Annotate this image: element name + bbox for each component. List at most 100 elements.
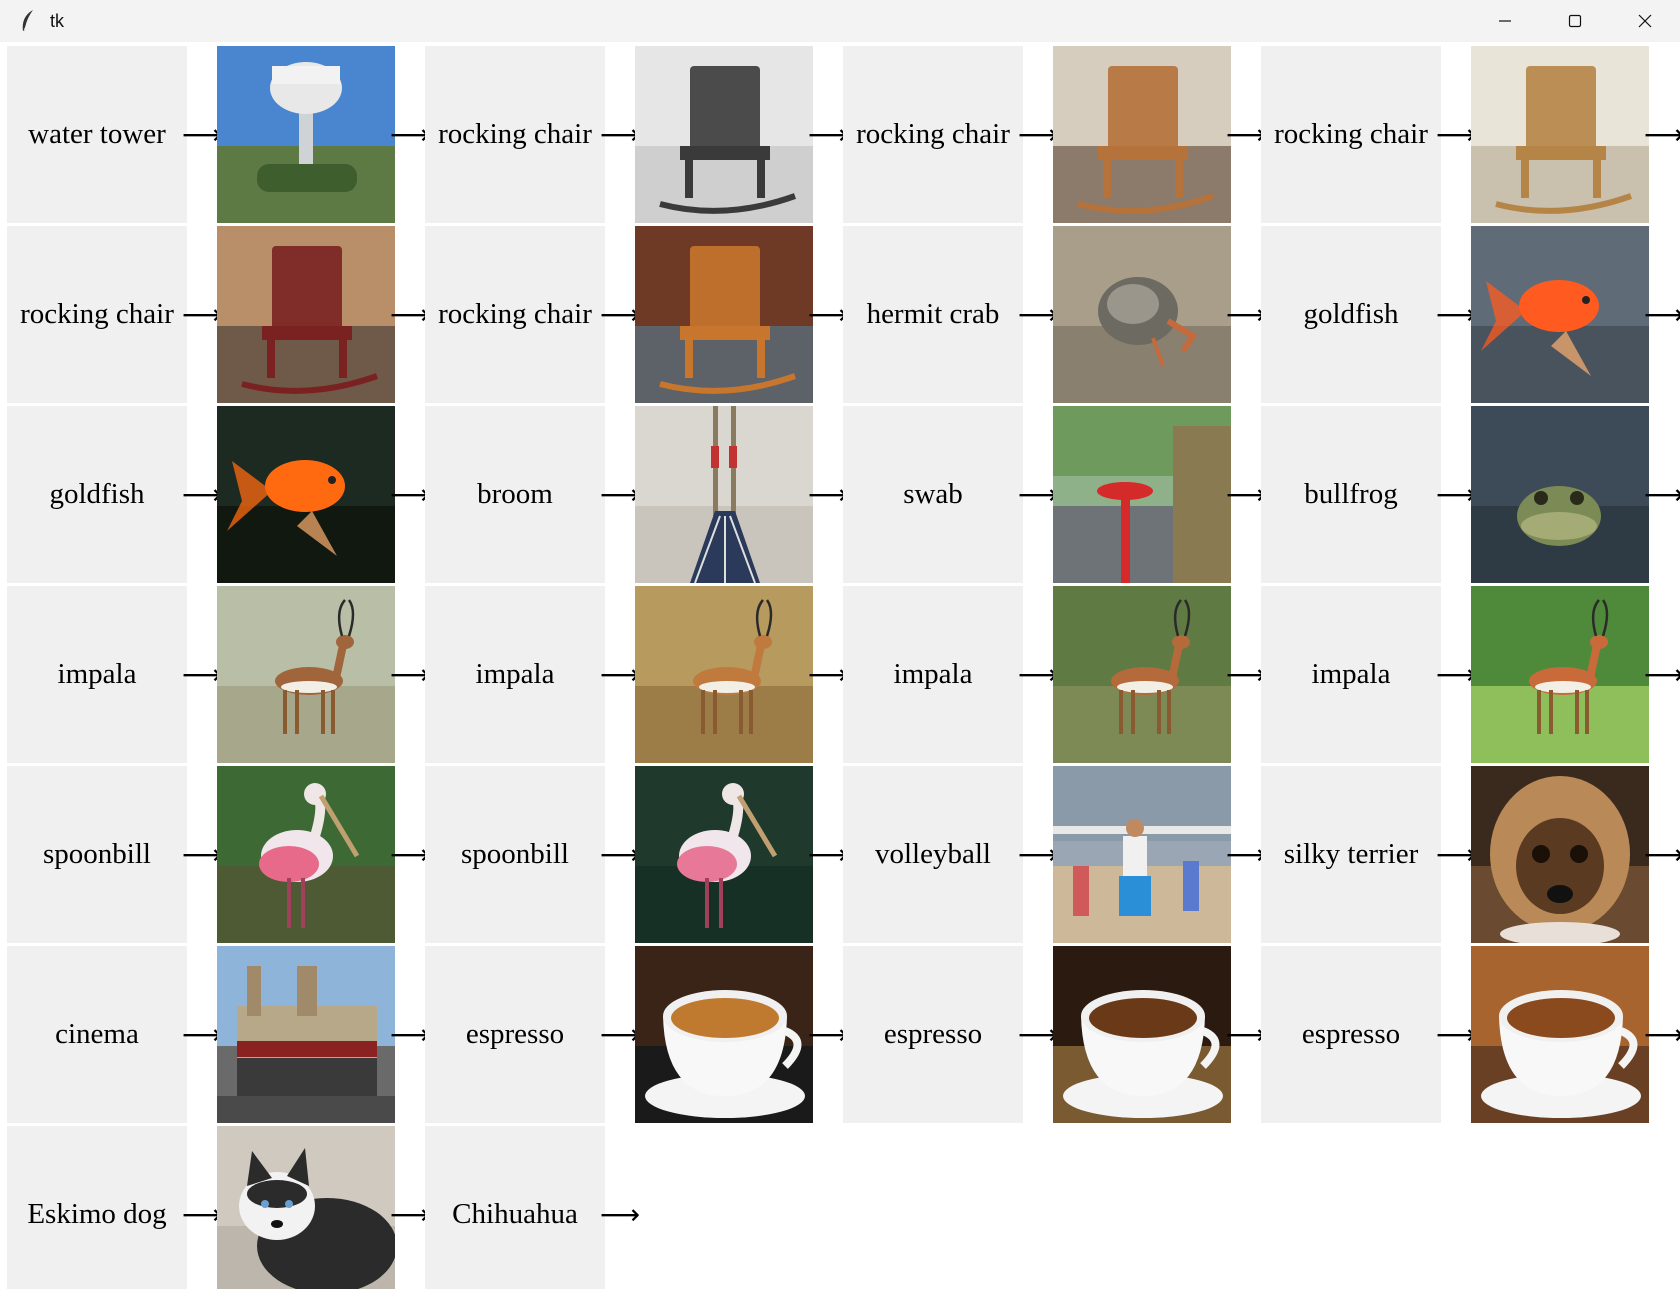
impala-photo bbox=[635, 586, 813, 763]
minimize-icon bbox=[1499, 20, 1511, 22]
chain-row: Eskimo dog ⟶ ⟶ Chihuahua ⟶ bbox=[7, 1126, 1680, 1289]
class-label: water tower bbox=[7, 46, 187, 223]
sample-image bbox=[635, 766, 813, 943]
sample-image bbox=[635, 226, 813, 403]
feather-icon bbox=[20, 9, 40, 33]
arrow-icon: ⟶ bbox=[181, 838, 223, 871]
arrow-icon: ⟶ bbox=[807, 478, 849, 511]
rocking-chair-photo bbox=[635, 226, 813, 403]
sample-image bbox=[1053, 946, 1231, 1123]
goldfish-photo bbox=[217, 406, 395, 583]
sample-image bbox=[1053, 766, 1231, 943]
arrow-icon: ⟶ bbox=[389, 1018, 431, 1051]
sample-image bbox=[1471, 766, 1649, 943]
arrow-icon: ⟶ bbox=[389, 478, 431, 511]
arrow-icon: ⟶ bbox=[1225, 658, 1267, 691]
arrow-icon: ⟶ bbox=[1017, 478, 1059, 511]
arrow-icon: ⟶ bbox=[1225, 1018, 1267, 1051]
class-label: goldfish bbox=[1261, 226, 1441, 403]
rocking-chair-photo bbox=[1471, 46, 1649, 223]
window-title: tk bbox=[50, 10, 65, 31]
impala-photo bbox=[1053, 586, 1231, 763]
sample-image bbox=[217, 1126, 395, 1289]
class-label: Chihuahua bbox=[425, 1126, 605, 1289]
arrow-icon: ⟶ bbox=[1435, 658, 1477, 691]
sample-image bbox=[217, 46, 395, 223]
arrow-icon: ⟶ bbox=[1643, 838, 1680, 871]
arrow-icon: ⟶ bbox=[1017, 1018, 1059, 1051]
rocking-chair-photo bbox=[1053, 46, 1231, 223]
class-label: rocking chair bbox=[1261, 46, 1441, 223]
class-label: impala bbox=[843, 586, 1023, 763]
arrow-icon: ⟶ bbox=[1225, 478, 1267, 511]
arrow-icon: ⟶ bbox=[389, 118, 431, 151]
arrow-icon: ⟶ bbox=[181, 1198, 223, 1231]
arrow-icon: ⟶ bbox=[1643, 478, 1680, 511]
arrow-icon: ⟶ bbox=[181, 118, 223, 151]
arrow-icon: ⟶ bbox=[599, 478, 641, 511]
sample-image bbox=[217, 766, 395, 943]
broom-photo bbox=[635, 406, 813, 583]
arrow-icon: ⟶ bbox=[807, 118, 849, 151]
maximize-icon bbox=[1568, 14, 1582, 28]
class-label: espresso bbox=[1261, 946, 1441, 1123]
arrow-icon: ⟶ bbox=[1435, 478, 1477, 511]
arrow-icon: ⟶ bbox=[1017, 658, 1059, 691]
swab-photo bbox=[1053, 406, 1231, 583]
arrow-icon: ⟶ bbox=[599, 118, 641, 151]
close-button[interactable] bbox=[1610, 0, 1680, 42]
arrow-icon: ⟶ bbox=[599, 658, 641, 691]
impala-photo bbox=[217, 586, 395, 763]
class-label: rocking chair bbox=[425, 46, 605, 223]
arrow-icon: ⟶ bbox=[181, 658, 223, 691]
arrow-icon: ⟶ bbox=[181, 478, 223, 511]
class-label: hermit crab bbox=[843, 226, 1023, 403]
class-label: espresso bbox=[843, 946, 1023, 1123]
minimize-button[interactable] bbox=[1470, 0, 1540, 42]
arrow-icon: ⟶ bbox=[807, 298, 849, 331]
class-label: impala bbox=[425, 586, 605, 763]
water-tower-photo bbox=[217, 46, 395, 223]
cinema-photo bbox=[217, 946, 395, 1123]
arrow-icon: ⟶ bbox=[1643, 298, 1680, 331]
espresso-photo bbox=[635, 946, 813, 1123]
chain-row: rocking chair ⟶ ⟶ rocking chair ⟶ ⟶ hermit c… bbox=[7, 226, 1680, 406]
chain-row: cinema ⟶ ⟶ espresso ⟶ ⟶ espresso ⟶ ⟶ esp… bbox=[7, 946, 1680, 1126]
arrow-icon: ⟶ bbox=[1643, 658, 1680, 691]
espresso-photo bbox=[1471, 946, 1649, 1123]
sample-image bbox=[635, 46, 813, 223]
chain-row: water tower ⟶ ⟶ rocking chair ⟶ ⟶ rocking ch… bbox=[7, 46, 1680, 226]
sample-image bbox=[217, 226, 395, 403]
sample-image bbox=[1471, 946, 1649, 1123]
maximize-button[interactable] bbox=[1540, 0, 1610, 42]
class-label: silky terrier bbox=[1261, 766, 1441, 943]
sample-image bbox=[1471, 46, 1649, 223]
bullfrog-photo bbox=[1471, 406, 1649, 583]
arrow-icon: ⟶ bbox=[1225, 298, 1267, 331]
rocking-chair-photo bbox=[217, 226, 395, 403]
sample-image bbox=[217, 586, 395, 763]
class-label: swab bbox=[843, 406, 1023, 583]
sample-image bbox=[217, 406, 395, 583]
arrow-icon: ⟶ bbox=[1435, 118, 1477, 151]
arrow-icon: ⟶ bbox=[599, 1198, 641, 1231]
eskimo-dog-photo bbox=[217, 1126, 395, 1289]
arrow-icon: ⟶ bbox=[807, 658, 849, 691]
sample-image bbox=[1471, 406, 1649, 583]
arrow-icon: ⟶ bbox=[1643, 118, 1680, 151]
spoonbill-photo bbox=[217, 766, 395, 943]
arrow-icon: ⟶ bbox=[599, 298, 641, 331]
arrow-icon: ⟶ bbox=[807, 1018, 849, 1051]
class-label: rocking chair bbox=[7, 226, 187, 403]
sample-image bbox=[1053, 586, 1231, 763]
arrow-icon: ⟶ bbox=[389, 298, 431, 331]
title-bar[interactable]: tk bbox=[0, 0, 1680, 42]
spoonbill-photo bbox=[635, 766, 813, 943]
sample-image bbox=[1053, 226, 1231, 403]
arrow-icon: ⟶ bbox=[599, 1018, 641, 1051]
arrow-icon: ⟶ bbox=[389, 838, 431, 871]
class-label: impala bbox=[1261, 586, 1441, 763]
class-label: rocking chair bbox=[425, 226, 605, 403]
sample-image bbox=[1053, 406, 1231, 583]
arrow-icon: ⟶ bbox=[1643, 1018, 1680, 1051]
